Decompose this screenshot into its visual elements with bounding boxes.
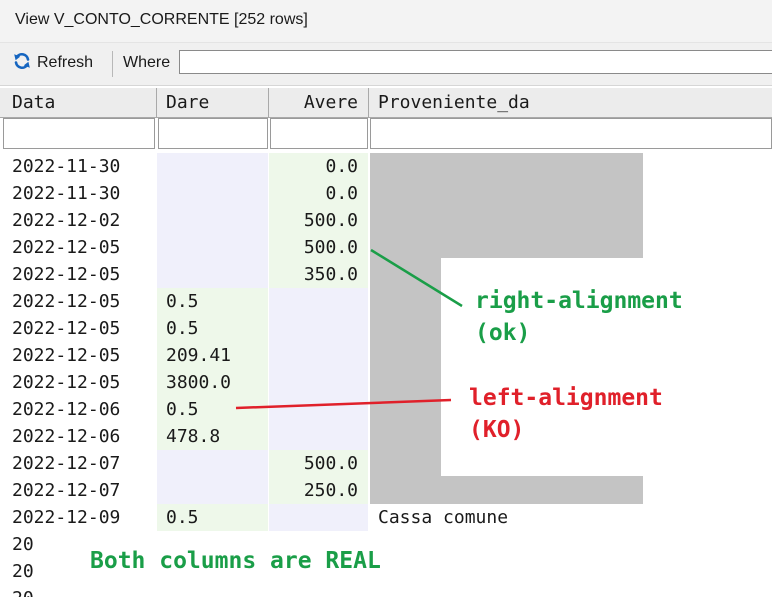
filter-input-avere[interactable] <box>270 118 368 149</box>
cell-dare[interactable]: 0.5 <box>157 504 268 531</box>
title-bar: View V_CONTO_CORRENTE [252 rows] <box>0 0 772 43</box>
filter-input-proveniente-da[interactable] <box>370 118 772 149</box>
cell-dare[interactable] <box>157 153 268 180</box>
cell-dare[interactable]: 209.41 <box>157 342 268 369</box>
cell-avere[interactable]: 500.0 <box>269 450 368 477</box>
cell-data[interactable]: 2022-12-05 <box>0 261 156 288</box>
cell-dare[interactable]: 0.5 <box>157 396 268 423</box>
cell-data[interactable]: 2022-12-05 <box>0 315 156 342</box>
cell-data[interactable]: 2022-12-05 <box>0 234 156 261</box>
toolbar-separator <box>112 51 113 77</box>
cell-avere[interactable] <box>269 504 368 531</box>
cell-dare[interactable]: 0.5 <box>157 288 268 315</box>
cell-avere[interactable]: 500.0 <box>269 207 368 234</box>
cell-data[interactable]: 2022-12-06 <box>0 396 156 423</box>
column-header-data[interactable]: Data <box>0 88 157 118</box>
cell-data[interactable]: 2022-12-06 <box>0 423 156 450</box>
cell-avere[interactable]: 350.0 <box>269 261 368 288</box>
cell-avere[interactable]: 250.0 <box>269 477 368 504</box>
cell-avere[interactable] <box>269 369 368 396</box>
cell-data[interactable]: 2022-12-07 <box>0 477 156 504</box>
cell-avere[interactable]: 0.0 <box>269 153 368 180</box>
filter-input-dare[interactable] <box>158 118 268 149</box>
cell-avere[interactable] <box>269 288 368 315</box>
annotation-right-2: (ok) <box>475 320 531 346</box>
cell-data[interactable]: 2022-12-05 <box>0 288 156 315</box>
column-header-label: Proveniente_da <box>378 92 530 113</box>
cell-data[interactable]: 2022-11-30 <box>0 180 156 207</box>
cell-dare[interactable] <box>157 450 268 477</box>
annotation-right-1: right-alignment <box>475 288 683 314</box>
cell-data[interactable]: 2022-11-30 <box>0 153 156 180</box>
column-header-proveniente-da[interactable]: Proveniente_da <box>369 88 772 118</box>
cell-proveniente-da[interactable]: Cassa comune <box>370 504 772 531</box>
refresh-icon <box>12 51 32 76</box>
annotation-left-1: left-alignment <box>469 385 663 411</box>
filter-input-data[interactable] <box>3 118 155 149</box>
cell-avere[interactable]: 0.0 <box>269 180 368 207</box>
cell-avere[interactable] <box>269 342 368 369</box>
where-input[interactable] <box>179 50 772 74</box>
column-header-label: Avere <box>303 92 358 113</box>
cell-dare[interactable]: 3800.0 <box>157 369 268 396</box>
cell-avere[interactable] <box>269 315 368 342</box>
annotation-left-2: (KO) <box>469 417 525 443</box>
cell-dare[interactable] <box>157 477 268 504</box>
table-row[interactable]: 2022-12-09 0.5 Cassa comune <box>0 504 772 531</box>
annotation-bottom-note: Both columns are REAL <box>90 548 381 574</box>
cell-avere[interactable] <box>269 423 368 450</box>
window-title: View V_CONTO_CORRENTE [252 rows] <box>15 11 308 28</box>
refresh-label: Refresh <box>37 54 94 71</box>
cell-dare[interactable] <box>157 234 268 261</box>
cell-data[interactable]: 2022-12-02 <box>0 207 156 234</box>
cell-avere[interactable] <box>269 396 368 423</box>
column-header-avere[interactable]: Avere <box>269 88 369 118</box>
where-label: Where <box>123 54 171 71</box>
cell-data[interactable]: 2022-12-05 <box>0 342 156 369</box>
cell-dare[interactable]: 0.5 <box>157 315 268 342</box>
column-header-label: Dare <box>166 92 210 113</box>
column-header-label: Data <box>12 92 56 113</box>
cell-dare[interactable] <box>157 180 268 207</box>
cell-data[interactable]: 2022-12-09 <box>0 504 156 531</box>
cell-avere[interactable]: 500.0 <box>269 234 368 261</box>
refresh-button[interactable]: Refresh <box>6 49 99 77</box>
cell-dare[interactable]: 478.8 <box>157 423 268 450</box>
cell-data[interactable]: 2022-12-05 <box>0 369 156 396</box>
cell-dare[interactable] <box>157 261 268 288</box>
cell-dare[interactable] <box>157 207 268 234</box>
cell-data[interactable]: 2022-12-07 <box>0 450 156 477</box>
toolbar: Refresh Where <box>0 43 772 86</box>
column-header-dare[interactable]: Dare <box>157 88 269 118</box>
